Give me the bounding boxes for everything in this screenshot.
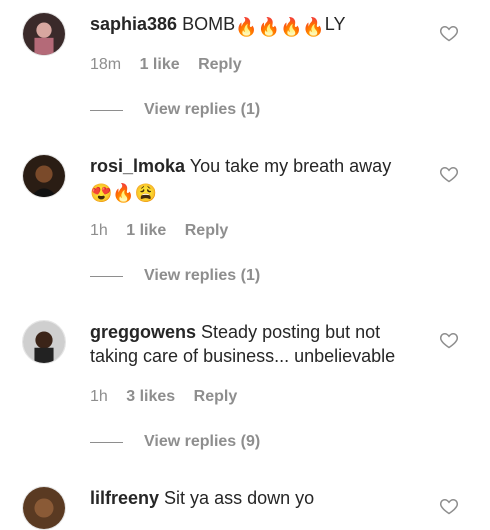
heart-outline-icon[interactable]	[439, 23, 459, 43]
heart-eyes-emoji-icon: 😍	[90, 183, 113, 203]
heart-outline-icon[interactable]	[439, 164, 459, 184]
comment-meta: 18m 1 like Reply	[90, 56, 256, 74]
fire-emoji-icon: 🔥	[112, 183, 135, 203]
comment-text: rosi_lmoka You take my breath away 😍🔥😩	[90, 154, 425, 205]
fire-emoji-icon: 🔥	[257, 17, 280, 37]
comment-meta: 1h 1 like Reply	[90, 222, 242, 240]
avatar[interactable]	[22, 486, 66, 530]
like-count[interactable]: 1 like	[126, 222, 166, 239]
view-replies-button[interactable]: View replies (1)	[144, 101, 260, 119]
avatar[interactable]	[22, 12, 66, 56]
avatar[interactable]	[22, 320, 66, 364]
heart-outline-icon[interactable]	[439, 330, 459, 350]
reply-button[interactable]: Reply	[185, 222, 229, 239]
replies-divider	[90, 442, 123, 443]
comment-username[interactable]: saphia386	[90, 14, 177, 34]
comment-username[interactable]: rosi_lmoka	[90, 156, 185, 176]
comment-body-suffix: LY	[324, 14, 346, 34]
comment-time: 18m	[90, 56, 122, 73]
comment-text: greggowens Steady posting but not taking…	[90, 320, 425, 368]
view-replies-button[interactable]: View replies (9)	[144, 433, 260, 451]
view-replies-button[interactable]: View replies (1)	[144, 267, 260, 285]
comment-body: BOMB	[182, 14, 236, 34]
comment-time: 1h	[90, 222, 108, 239]
avatar[interactable]	[22, 154, 66, 198]
replies-divider	[90, 110, 123, 111]
reply-button[interactable]: Reply	[198, 56, 242, 73]
comment-text: lilfreeny Sit ya ass down yo	[90, 486, 425, 510]
fire-emoji-icon: 🔥	[279, 17, 303, 37]
fire-emoji-icon: 🔥	[235, 17, 258, 37]
fire-emoji-icon: 🔥	[302, 17, 325, 37]
comment-text: saphia386 BOMB🔥🔥🔥🔥LY	[90, 12, 425, 39]
comment-body: Sit ya ass down yo	[164, 488, 315, 508]
replies-divider	[90, 276, 123, 277]
heart-outline-icon[interactable]	[439, 496, 459, 516]
reply-button[interactable]: Reply	[194, 388, 238, 405]
like-count[interactable]: 3 likes	[126, 388, 175, 405]
comment-time: 1h	[90, 388, 108, 405]
comment-username[interactable]: greggowens	[90, 322, 196, 342]
weary-emoji-icon: 😩	[134, 183, 158, 203]
comment-body: You take my breath away	[189, 156, 392, 176]
comment-username[interactable]: lilfreeny	[90, 488, 159, 508]
comment-meta: 1h 3 likes Reply	[90, 388, 251, 406]
like-count[interactable]: 1 like	[140, 56, 180, 73]
